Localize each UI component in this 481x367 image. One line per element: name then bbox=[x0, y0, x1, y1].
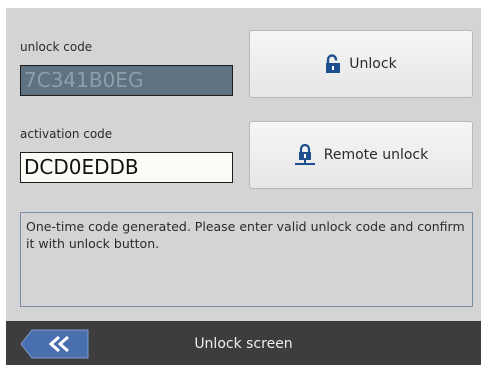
unlock-button-label: Unlock bbox=[349, 56, 397, 72]
unlock-code-field: 7C341B0EG bbox=[20, 65, 233, 96]
unlocked-padlock-icon bbox=[325, 54, 341, 74]
remote-unlock-button[interactable]: Remote unlock bbox=[249, 121, 473, 189]
double-chevron-left-icon bbox=[20, 329, 89, 359]
unlock-button[interactable]: Unlock bbox=[249, 30, 473, 98]
remote-unlock-button-label: Remote unlock bbox=[323, 147, 429, 163]
unlock-code-label: unlock code bbox=[20, 40, 93, 54]
activation-code-label: activation code bbox=[20, 127, 113, 141]
footer-bar: Unlock screen bbox=[6, 321, 481, 365]
network-padlock-icon bbox=[294, 144, 316, 166]
status-message: One-time code generated. Please enter va… bbox=[20, 212, 473, 307]
back-button[interactable] bbox=[20, 329, 90, 359]
activation-code-field[interactable]: DCD0EDDB bbox=[20, 152, 233, 183]
unlock-screen: unlock code 7C341B0EG Unlock activation … bbox=[6, 8, 481, 365]
